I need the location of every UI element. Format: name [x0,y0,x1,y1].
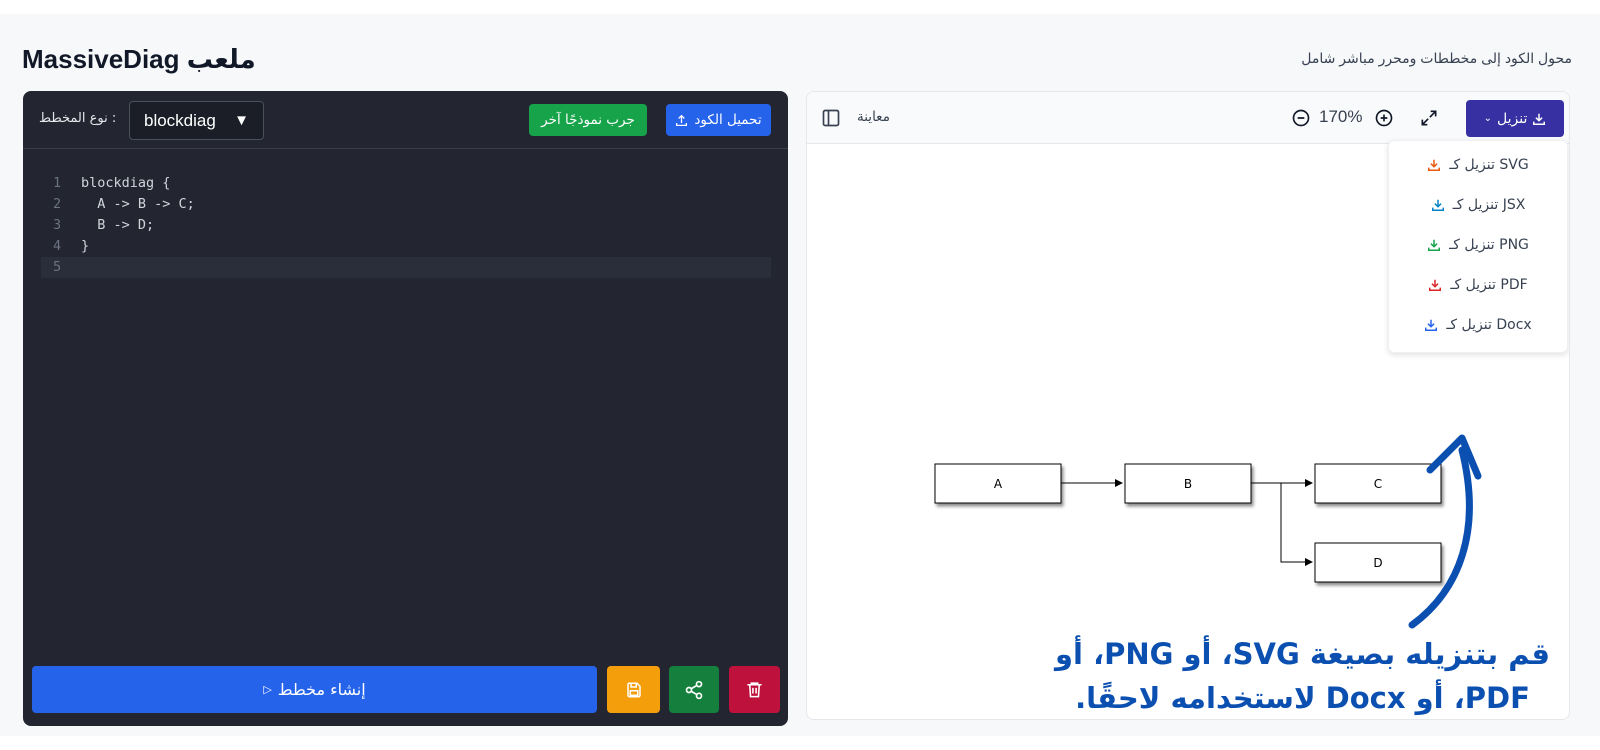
svg-text:B: B [1184,477,1192,491]
trash-icon [747,682,762,698]
share-button[interactable] [669,666,719,713]
editor-toolbar: : نوع المخطط blockdiag ▼ جرب نموذجًا آخر… [23,91,788,149]
delete-button[interactable] [729,666,780,713]
edge-b-d [1280,483,1313,566]
caret-down-icon: ▼ [234,112,249,129]
share-icon [685,680,703,699]
try-example-button[interactable]: جرب نموذجًا آخر [529,104,647,136]
fullscreen-icon[interactable] [1419,108,1439,128]
svg-text:D: D [1373,556,1382,570]
code-line: 4} [53,238,90,254]
generate-diagram-button[interactable]: ▷ إنشاء مخطط [32,666,597,713]
zoom-in-icon[interactable] [1374,108,1394,128]
preview-label: معاينة [857,109,890,125]
try-example-label: جرب نموذجًا آخر [541,112,635,128]
code-editor-panel: : نوع المخطط blockdiag ▼ جرب نموذجًا آخر… [23,91,788,726]
zoom-level: 170% [1319,107,1363,126]
diagram-type-value: blockdiag [144,110,216,130]
diagram-type-label: : نوع المخطط [39,111,117,126]
code-line: 1 blockdiag { [53,175,171,191]
code-line-active: 5 [41,257,771,278]
code-line: 3 B -> D; [53,217,155,233]
annotation-arrow-icon [1408,434,1482,629]
app-title: MassiveDiag ملعب [22,44,256,74]
annotation-caption: قم بتنزيله بصيغة SVG، أو PNG، أو PDF، أو… [1055,637,1550,715]
chevron-down-icon: ⌄ [1483,113,1493,124]
download-button[interactable]: ⌄ تنزيل [1466,100,1564,137]
code-area[interactable]: 1 blockdiag { 2 A -> B -> C; 3 B -> D; 4}… [41,173,771,278]
diagram-type-select[interactable]: blockdiag ▼ [129,101,264,140]
app-subtitle: محول الكود إلى مخططات ومحرر مباشر شامل [1301,50,1572,66]
download-icon [1533,113,1546,125]
upload-code-label: تحميل الكود [694,112,762,128]
save-icon [626,682,641,697]
node-a: A [934,463,1062,504]
upload-icon [676,114,688,126]
svg-text:A: A [994,477,1003,491]
download-label: تنزيل [1497,110,1528,127]
sidebar-toggle-icon[interactable] [821,108,841,128]
code-line: 2 A -> B -> C; [53,196,195,212]
play-icon: ▷ [263,683,272,696]
save-button[interactable] [607,666,660,713]
preview-toolbar: معاينة 170% ⌄ تنزيل [807,92,1569,144]
upload-code-button[interactable]: تحميل الكود [666,104,771,136]
generate-diagram-label: إنشاء مخطط [277,680,366,699]
node-b: B [1124,463,1252,504]
svg-text:C: C [1374,477,1382,491]
zoom-out-icon[interactable] [1291,108,1311,128]
editor-actions: ▷ إنشاء مخطط [32,666,780,714]
